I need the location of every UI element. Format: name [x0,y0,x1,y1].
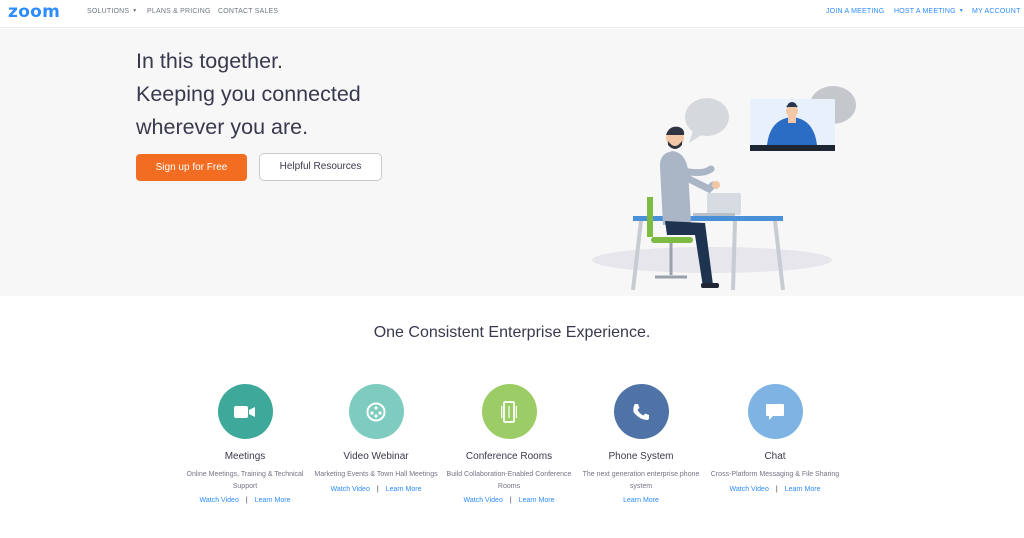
link-separator: | [509,497,512,504]
feature-meetings: Meetings Online Meetings, Training & Tec… [180,384,310,504]
feature-phone-system: Phone System The next generation enterpr… [576,384,706,504]
caret-down-icon: ▼ [958,8,964,14]
feature-name: Phone System [608,451,674,462]
feature-name: Meetings [224,451,266,462]
link-separator: | [775,485,778,493]
watch-video-link[interactable]: Watch Video [730,486,769,493]
hero-headline-line-3: wherever you are. [136,115,309,139]
learn-more-link[interactable]: Learn More [785,486,821,493]
feature-description: Online Meetings, Training & Technical Su… [186,471,304,490]
watch-video-link[interactable]: Watch Video [200,497,239,504]
phone-icon[interactable] [613,384,669,439]
section-title: One Consistent Enterprise Experience. [373,324,651,341]
feature-description: Cross-Platform Messaging & File Sharing [710,471,840,478]
feature-video-webinar: Video Webinar Marketing Events & Town Ha… [311,384,441,493]
feature-links: Learn More [576,497,706,504]
feature-links: Watch Video | Learn More [444,497,574,504]
hero-headline-line-1: In this together. [136,49,284,73]
nav-join-meeting[interactable]: JOIN A MEETING [826,8,884,15]
watch-video-link[interactable]: Watch Video [331,486,370,493]
top-nav: zoom SOLUTIONS ▼ PLANS & PRICING CONTACT … [0,0,1024,28]
nav-my-account[interactable]: MY ACCOUNT [972,8,1021,15]
feature-name: Chat [764,451,786,462]
hero-headline-line-2: Keeping you connected [136,82,361,106]
helpful-resources-button[interactable]: Helpful Resources [259,153,382,181]
nav-contact-sales[interactable]: CONTACT SALES [218,8,278,15]
nav-plans-pricing[interactable]: PLANS & PRICING [147,8,211,15]
feature-description: Marketing Events & Town Hall Meetings [314,471,438,478]
feature-links: Watch Video | Learn More [180,497,310,504]
feature-name: Conference Rooms [465,451,553,462]
nav-host-meeting[interactable]: HOST A MEETING ▼ [894,8,964,15]
feature-chat: Chat Cross-Platform Messaging & File Sha… [710,384,840,493]
feature-name: Video Webinar [343,451,409,462]
video-camera-icon[interactable] [217,384,273,439]
feature-conference-rooms: Conference Rooms Build Collaboration-Ena… [444,384,574,504]
webinar-icon[interactable] [348,384,404,439]
conference-room-icon[interactable] [481,384,537,439]
feature-links: Watch Video | Learn More [311,486,441,493]
learn-more-link[interactable]: Learn More [519,497,555,504]
feature-description: The next generation enterprise phone sys… [582,471,700,490]
learn-more-link[interactable]: Learn More [623,497,659,504]
link-separator: | [245,497,248,504]
link-separator: | [376,485,379,493]
feature-links: Watch Video | Learn More [710,486,840,493]
chat-icon[interactable] [747,384,803,439]
learn-more-link[interactable]: Learn More [255,497,291,504]
sign-up-free-button[interactable]: Sign up for Free [136,154,247,181]
person-on-video-call-illustration [592,86,856,291]
learn-more-link[interactable]: Learn More [386,486,422,493]
feature-description: Build Collaboration-Enabled Conference R… [446,471,572,490]
zoom-logo[interactable]: zoom [8,2,60,22]
watch-video-link[interactable]: Watch Video [464,497,503,504]
caret-down-icon: ▼ [132,8,138,14]
hero-section: In this together. Keeping you connected … [0,29,1024,296]
nav-solutions[interactable]: SOLUTIONS ▼ [87,8,137,15]
